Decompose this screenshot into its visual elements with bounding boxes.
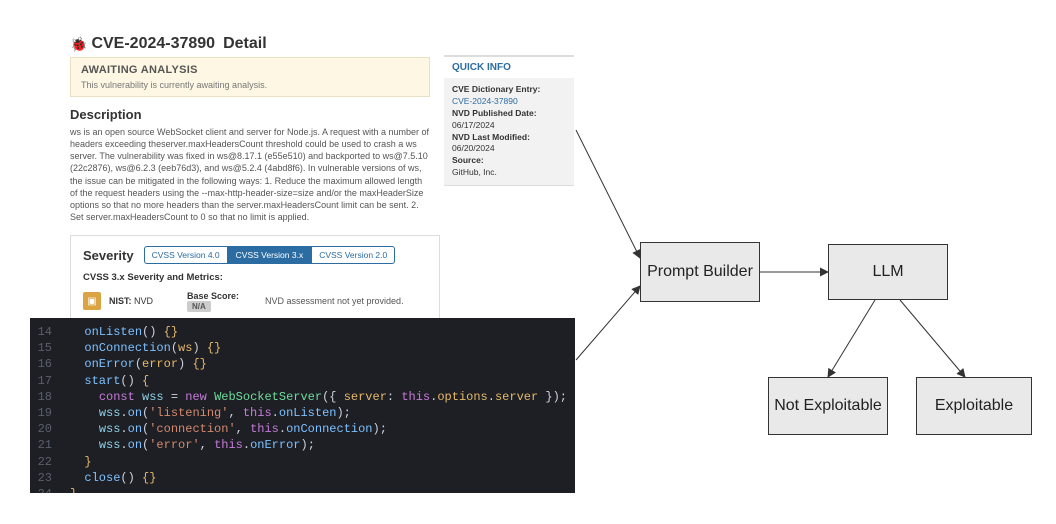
cve-dict-link[interactable]: CVE-2024-37890 xyxy=(452,96,566,108)
severity-title: Severity xyxy=(83,248,134,263)
tab-cvss40[interactable]: CVSS Version 4.0 xyxy=(144,246,228,264)
awaiting-subtitle: This vulnerability is currently awaiting… xyxy=(81,80,419,90)
tab-cvss20[interactable]: CVSS Version 2.0 xyxy=(311,246,395,264)
quick-info-panel: QUICK INFO CVE Dictionary Entry: CVE-202… xyxy=(444,55,574,186)
page-title: 🐞 CVE-2024-37890 Detail xyxy=(70,35,570,53)
prompt-builder-node: Prompt Builder xyxy=(640,242,760,302)
exploitable-node: Exploitable xyxy=(916,377,1032,435)
severity-row-nist: ▣ NIST: NVD Base Score: N/A NVD assessme… xyxy=(83,291,427,311)
cve-id: CVE-2024-37890 xyxy=(91,35,215,53)
llm-node: LLM xyxy=(828,244,948,300)
not-exploitable-node: Not Exploitable xyxy=(768,377,888,435)
nist-icon: ▣ xyxy=(83,292,101,310)
base-score-label: Base Score: N/A xyxy=(187,291,257,311)
cvss-tabs: CVSS Version 4.0 CVSS Version 3.x CVSS V… xyxy=(144,246,396,264)
code-lines: onListen() {} onConnection(ws) {} onErro… xyxy=(62,318,575,493)
tab-cvss3x[interactable]: CVSS Version 3.x xyxy=(228,246,312,264)
quick-info-body: CVE Dictionary Entry: CVE-2024-37890 NVD… xyxy=(444,78,574,185)
line-gutter: 14 15 16 17 18 19 20 21 22 23 24 xyxy=(30,318,62,493)
title-suffix: Detail xyxy=(223,35,267,53)
nist-label: NIST: NVD xyxy=(109,296,179,306)
description-text: ws is an open source WebSocket client an… xyxy=(70,126,430,223)
quick-info-title: QUICK INFO xyxy=(444,57,574,78)
severity-subtitle: CVSS 3.x Severity and Metrics: xyxy=(83,272,427,283)
awaiting-title: AWAITING ANALYSIS xyxy=(81,64,419,76)
awaiting-analysis-box: AWAITING ANALYSIS This vulnerability is … xyxy=(70,57,430,97)
bug-icon: 🐞 xyxy=(70,36,87,53)
nvd-note: NVD assessment not yet provided. xyxy=(265,296,404,306)
code-snippet: 14 15 16 17 18 19 20 21 22 23 24 onListe… xyxy=(30,318,575,493)
